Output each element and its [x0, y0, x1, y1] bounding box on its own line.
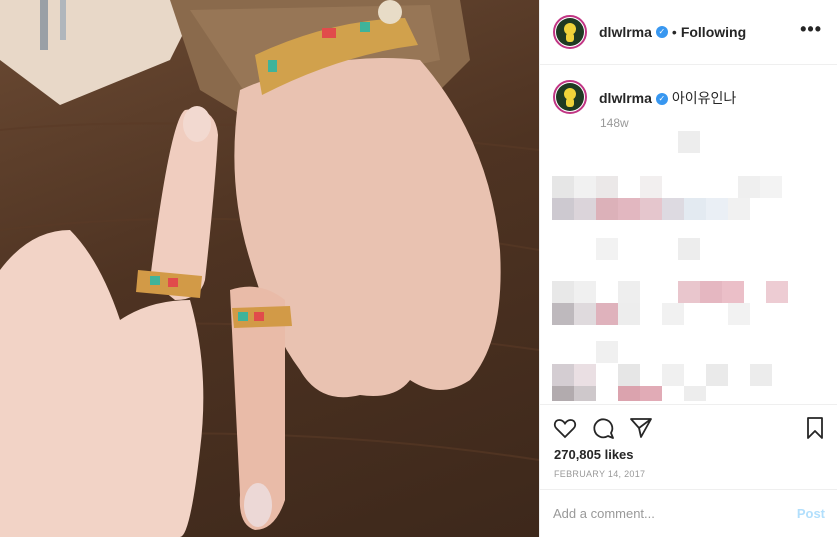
- bookmark-icon[interactable]: [802, 415, 828, 441]
- following-button[interactable]: Following: [681, 24, 746, 40]
- more-options-icon[interactable]: •••: [800, 20, 822, 38]
- post-actions: 270,805 likes FEBRUARY 14, 2017 Post: [540, 404, 837, 534]
- avatar[interactable]: [553, 15, 587, 49]
- hands-with-rings-image: [0, 0, 539, 537]
- caption-avatar[interactable]: [553, 80, 587, 114]
- post-comment-button[interactable]: Post: [797, 506, 825, 521]
- blurred-comments: [552, 131, 788, 401]
- separator-dot: •: [671, 24, 677, 40]
- share-send-icon[interactable]: [628, 415, 654, 441]
- caption-verified-icon: ✓: [655, 93, 668, 106]
- avatar-image: [556, 18, 584, 46]
- post-side-panel: dlwlrma ✓ • Following ••• dlwlrma ✓ 아이유인나 …: [539, 0, 837, 537]
- comment-input[interactable]: [553, 506, 797, 521]
- post-header: dlwlrma ✓ • Following •••: [540, 0, 837, 65]
- post-date: FEBRUARY 14, 2017: [554, 469, 646, 479]
- like-heart-icon[interactable]: [552, 415, 578, 441]
- likes-count[interactable]: 270,805 likes: [554, 447, 634, 462]
- header-username[interactable]: dlwlrma: [599, 24, 652, 40]
- caption-avatar-image: [556, 83, 584, 111]
- caption-text: dlwlrma ✓ 아이유인나: [599, 88, 736, 108]
- verified-badge-icon: ✓: [655, 26, 668, 38]
- caption-body: 아이유인나: [671, 90, 737, 106]
- comment-bubble-icon[interactable]: [590, 415, 616, 441]
- comment-bar: Post: [540, 489, 837, 537]
- caption-area: dlwlrma ✓ 아이유인나 148w: [540, 66, 837, 404]
- caption-username[interactable]: dlwlrma: [599, 90, 652, 106]
- post-photo[interactable]: [0, 0, 539, 537]
